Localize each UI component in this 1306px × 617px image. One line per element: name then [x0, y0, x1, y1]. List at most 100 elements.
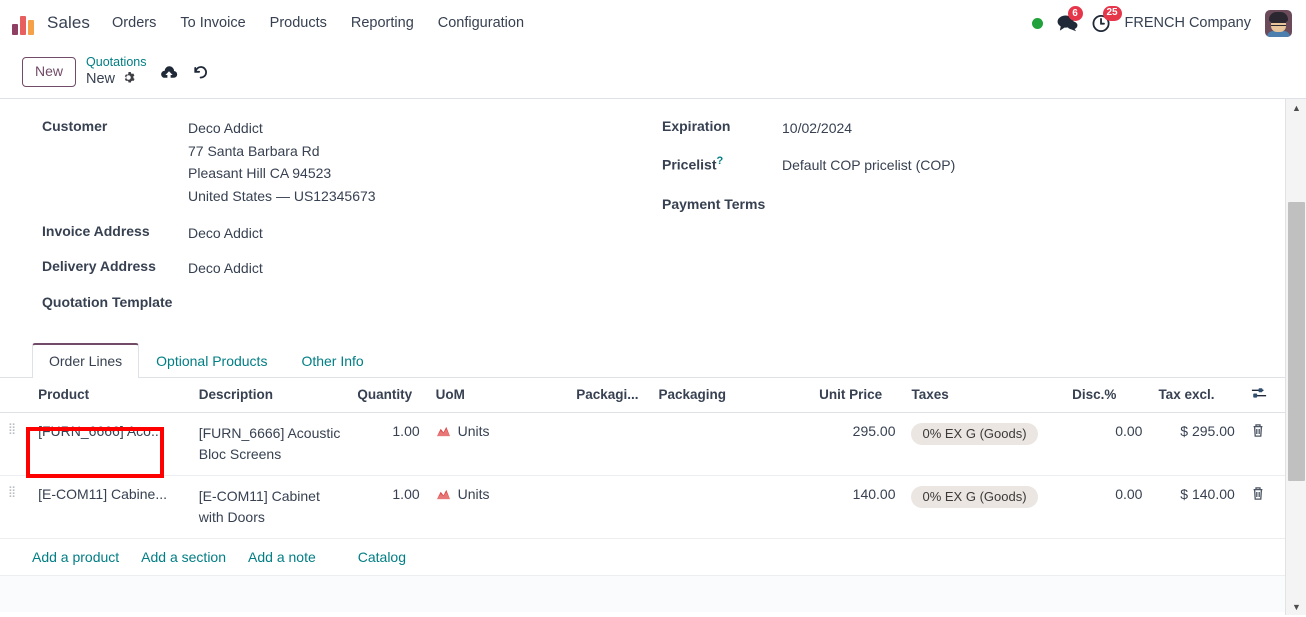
catalog-link[interactable]: Catalog — [358, 549, 406, 565]
field-label-invoice-address: Invoice Address — [42, 222, 150, 239]
field-quotation-template: Quotation Template — [42, 293, 640, 310]
add-a-product-link[interactable]: Add a product — [32, 549, 119, 565]
field-pricelist: Pricelist? Default COP pricelist (COP) — [662, 154, 1240, 177]
vertical-scrollbar[interactable]: ▲ ▼ — [1285, 99, 1306, 615]
col-header-tax-excl[interactable]: Tax excl. — [1150, 378, 1243, 414]
messages-button[interactable]: 6 — [1057, 6, 1083, 32]
breadcrumb-current-record: New — [86, 71, 116, 88]
table-row[interactable]: ⣿ [FURN_6666] Aco... [FURN_6666] Acousti… — [0, 412, 1285, 477]
cell-delete[interactable] — [1242, 412, 1285, 477]
add-a-section-link[interactable]: Add a section — [141, 549, 226, 565]
field-value-invoice-address[interactable]: Deco Addict — [188, 222, 263, 245]
field-invoice-address: Invoice Address Deco Addict — [42, 222, 640, 245]
scroll-down-arrow-icon[interactable]: ▼ — [1286, 598, 1306, 615]
cell-taxes[interactable]: 0% EX G (Goods) — [903, 475, 1065, 540]
cell-quantity[interactable]: 1.00 — [349, 412, 428, 477]
tab-other-info[interactable]: Other Info — [284, 344, 380, 378]
menu-item-orders[interactable]: Orders — [112, 15, 156, 31]
menu-item-to-invoice[interactable]: To Invoice — [180, 15, 245, 31]
tab-order-lines[interactable]: Order Lines — [32, 343, 140, 379]
row-drag-handle-cell[interactable]: ⣿ — [0, 475, 31, 540]
add-a-note-link[interactable]: Add a note — [248, 549, 316, 565]
cell-packaging[interactable] — [650, 412, 812, 477]
col-header-taxes[interactable]: Taxes — [903, 378, 1065, 414]
menu-item-products[interactable]: Products — [270, 15, 327, 31]
trash-icon[interactable] — [1251, 424, 1265, 441]
area-chart-icon — [436, 489, 450, 499]
user-avatar[interactable] — [1265, 9, 1292, 37]
table-row[interactable]: ⣿ [E-COM11] Cabine... [E-COM11] Cabinet … — [0, 475, 1285, 540]
field-expiration: Expiration 10/02/2024 — [662, 117, 1240, 140]
scrollbar-thumb[interactable] — [1288, 202, 1305, 481]
col-header-product[interactable]: Product — [30, 378, 191, 414]
field-payment-terms: Payment Terms — [662, 195, 1240, 212]
cell-uom[interactable]: Units — [427, 412, 569, 477]
cell-delete[interactable] — [1242, 475, 1285, 540]
messages-count-badge: 6 — [1067, 6, 1083, 21]
col-header-quantity[interactable]: Quantity — [349, 378, 428, 414]
add-line-row: Add a product Add a section Add a note C… — [0, 538, 1285, 577]
field-value-pricelist[interactable]: Default COP pricelist (COP) — [782, 154, 955, 177]
customer-country: United States — US12345673 — [188, 188, 376, 205]
drag-handle-icon[interactable]: ⣿ — [8, 423, 22, 435]
main-menu: Orders To Invoice Products Reporting Con… — [112, 15, 524, 31]
pricelist-label-text: Pricelist — [662, 156, 717, 173]
cell-unit-price[interactable]: 295.00 — [811, 412, 904, 477]
field-value-customer[interactable]: Deco Addict 77 Santa Barbara Rd Pleasant… — [188, 117, 376, 208]
cell-product[interactable]: [E-COM11] Cabine... — [30, 475, 191, 540]
cell-packaging[interactable] — [650, 475, 812, 540]
cell-discount[interactable]: 0.00 — [1064, 412, 1151, 477]
record-actions — [160, 64, 209, 80]
app-title[interactable]: Sales — [47, 13, 90, 33]
uom-label: Units — [457, 423, 490, 440]
cell-packaging-qty[interactable] — [568, 412, 651, 477]
col-header-uom[interactable]: UoM — [427, 378, 569, 414]
drag-handle-icon[interactable]: ⣿ — [8, 486, 22, 498]
online-status-icon — [1031, 17, 1043, 29]
col-header-packaging[interactable]: Packaging — [650, 378, 812, 414]
customer-street: 77 Santa Barbara Rd — [188, 142, 320, 159]
cloud-upload-icon — [161, 65, 178, 78]
activities-button[interactable]: 25 — [1092, 5, 1122, 33]
pricelist-help-icon[interactable]: ? — [716, 155, 723, 167]
company-switcher[interactable]: FRENCH Company — [1125, 15, 1252, 31]
cell-description[interactable]: [E-COM11] Cabinet with Doors — [190, 475, 350, 540]
cell-quantity[interactable]: 1.00 — [349, 475, 428, 540]
undo-icon — [194, 66, 208, 79]
product-name: [FURN_6666] Aco... — [38, 423, 163, 440]
row-drag-handle-cell[interactable]: ⣿ — [0, 412, 31, 477]
cell-packaging-qty[interactable] — [568, 475, 651, 540]
menu-item-configuration[interactable]: Configuration — [438, 15, 524, 31]
cell-uom[interactable]: Units — [427, 475, 569, 540]
cell-unit-price[interactable]: 140.00 — [811, 475, 904, 540]
col-header-packaging-qty[interactable]: Packagi... — [568, 378, 651, 414]
col-header-handle — [0, 378, 31, 414]
breadcrumb: Quotations New — [86, 55, 146, 89]
cell-discount[interactable]: 0.00 — [1064, 475, 1151, 540]
activities-count-badge: 25 — [1102, 5, 1122, 21]
cell-taxes[interactable]: 0% EX G (Goods) — [903, 412, 1065, 477]
menu-item-reporting[interactable]: Reporting — [351, 15, 414, 31]
col-header-unit-price[interactable]: Unit Price — [811, 378, 904, 414]
col-header-description[interactable]: Description — [190, 378, 350, 414]
field-value-delivery-address[interactable]: Deco Addict — [188, 257, 263, 280]
col-header-discount[interactable]: Disc.% — [1064, 378, 1151, 414]
breadcrumb-quotations-link[interactable]: Quotations — [86, 55, 146, 71]
field-value-expiration[interactable]: 10/02/2024 — [782, 117, 852, 140]
cell-description[interactable]: [FURN_6666] Acoustic Bloc Screens — [190, 412, 350, 477]
add-links-cell: Add a product Add a section Add a note C… — [0, 538, 1285, 577]
new-button[interactable]: New — [22, 57, 77, 87]
gear-icon[interactable] — [122, 71, 135, 89]
scroll-up-arrow-icon[interactable]: ▲ — [1286, 99, 1306, 117]
trash-icon[interactable] — [1251, 487, 1265, 504]
cell-product[interactable]: [FURN_6666] Aco... — [30, 412, 191, 477]
tab-optional-products[interactable]: Optional Products — [139, 344, 284, 378]
save-record-button[interactable] — [160, 65, 178, 80]
field-label-delivery-address: Delivery Address — [42, 258, 156, 275]
col-header-options — [1242, 378, 1285, 414]
sales-app-logo-icon[interactable] — [12, 11, 38, 35]
form-left-column: Customer Deco Addict 77 Santa Barbara Rd… — [0, 117, 640, 320]
tax-badge: 0% EX G (Goods) — [911, 486, 1038, 509]
discard-record-button[interactable] — [192, 64, 209, 80]
column-options-icon[interactable] — [1251, 388, 1267, 403]
